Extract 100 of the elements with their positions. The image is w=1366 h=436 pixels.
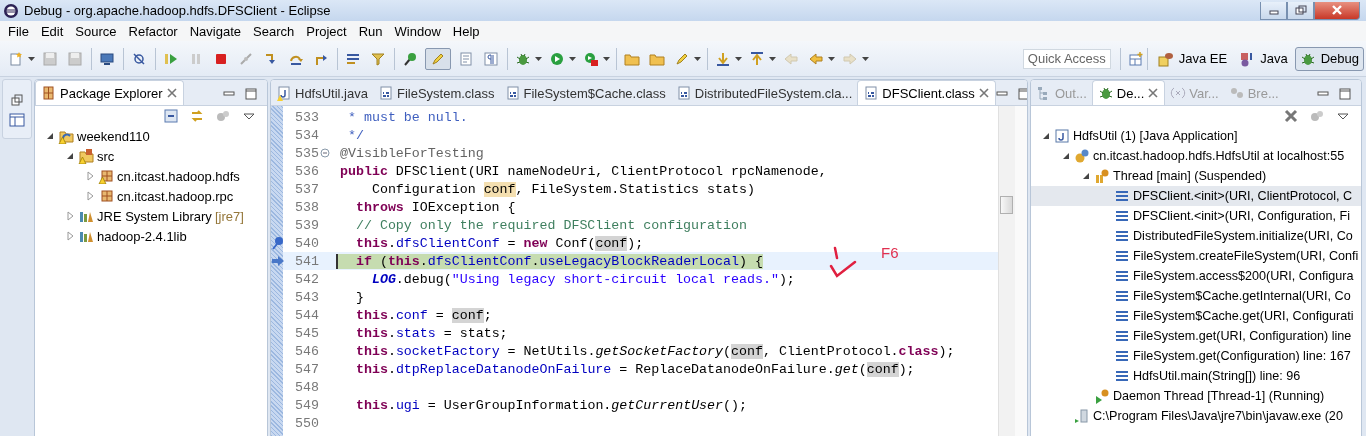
line-number: 540 <box>294 235 319 251</box>
class-file-icon <box>504 85 521 101</box>
expand-arrow-icon[interactable] <box>1061 151 1071 161</box>
restore-button[interactable] <box>1287 1 1314 20</box>
line-number: 544 <box>294 307 319 323</box>
stack-frame-icon <box>1114 248 1130 264</box>
link-editor-icon[interactable] <box>189 108 205 124</box>
tree-row[interactable]: DistributedFileSystem.initialize(URI, Co <box>1031 226 1361 246</box>
remove-terminated-icon[interactable] <box>1283 108 1299 124</box>
editor-tab[interactable]: FileSystem.class <box>372 81 500 105</box>
stack-frame-icon <box>1114 228 1130 244</box>
tree-item-label: FileSystem.createFileSystem(URI, Confi <box>1133 249 1359 263</box>
class-file-icon <box>675 85 692 101</box>
menu-item[interactable]: Window <box>388 23 447 39</box>
menu-item[interactable]: Refactor <box>122 23 184 39</box>
gears-icon <box>1074 148 1090 164</box>
scrollbar-thumb[interactable] <box>1000 196 1013 214</box>
collapse-all-icon[interactable] <box>163 108 179 124</box>
eclipse-logo-icon <box>3 2 19 19</box>
tree-row[interactable]: FileSystem.get(URI, Configuration) line <box>1031 326 1361 346</box>
maximize-icon[interactable] <box>1017 88 1027 100</box>
menu-item[interactable]: Help <box>446 23 486 39</box>
tree-row[interactable]: DFSClient.<init>(URI, ClientProtocol, C <box>1031 186 1361 206</box>
expand-arrow-icon[interactable] <box>65 151 75 161</box>
line-number: 550 <box>294 415 319 431</box>
tree-item[interactable]: JRE System Library <box>97 208 212 224</box>
tree-row[interactable]: FileSystem$Cache.get(URI, Configurati <box>1031 306 1361 326</box>
quick-access-field[interactable]: Quick Access <box>1022 48 1111 69</box>
code-line: } <box>354 289 364 305</box>
editor-tab[interactable]: HdfsUtil.java <box>271 81 373 105</box>
menu-item[interactable]: Search <box>247 23 301 39</box>
tree-row[interactable]: FileSystem.get(Configuration) line: 167 <box>1031 346 1361 366</box>
code-line: @VisibleForTesting <box>339 145 484 161</box>
tree-item-label: FileSystem$Cache.get(URI, Configurati <box>1133 309 1354 323</box>
code-line: this.stats = stats; <box>354 325 508 341</box>
tree-item[interactable]: weekend110 <box>77 128 150 144</box>
restore-icon <box>1294 5 1307 15</box>
tree-item-label: Daemon Thread [Thread-1] (Running) <box>1113 389 1325 403</box>
code-line: this.ugi = UserGroupInformation.getCurrentUser(); <box>354 397 747 413</box>
editor-tab[interactable]: DistributedFileSystem.cla... <box>670 81 858 105</box>
code-line: Configuration conf, FileSystem.Statistics stats) <box>370 181 755 197</box>
fold-icon[interactable] <box>320 148 330 158</box>
editor-tab[interactable]: DFSClient.class <box>857 80 996 105</box>
perspective-button[interactable]: Java <box>1234 46 1293 71</box>
expand-arrow-icon[interactable] <box>1041 131 1051 141</box>
tree-item-label: FileSystem.access$200(URI, Configura <box>1133 269 1354 283</box>
library-version: [jre7] <box>214 208 244 224</box>
close-icon <box>1331 5 1343 15</box>
class-file-icon <box>377 85 394 101</box>
expand-arrow-icon[interactable] <box>1081 171 1091 181</box>
tree-row[interactable]: C:\Program Files\Java\jre7\bin\javaw.exe (20 <box>1031 406 1361 426</box>
view-tab[interactable]: De... <box>1091 80 1166 105</box>
menu-item[interactable]: Navigate <box>183 23 247 39</box>
code-line: this.dfsClientConf = new Conf(conf); <box>354 235 644 251</box>
tree-row[interactable]: FileSystem$Cache.getInternal(URI, Co <box>1031 286 1361 306</box>
close-icon[interactable] <box>1147 87 1160 99</box>
menu-item[interactable]: File <box>2 23 35 39</box>
code-line: this.conf = conf; <box>354 307 492 323</box>
line-number: 545 <box>294 325 319 341</box>
code-line: // Copy only the required DFSClient configuration <box>354 217 747 233</box>
tree-row[interactable]: cn.itcast.hadoop.hdfs.HdfsUtil at localhost:55 <box>1031 146 1361 166</box>
tree-item-label: HdfsUtil (1) [Java Application] <box>1073 129 1238 143</box>
tree-item[interactable]: cn.itcast.hadoop.hdfs <box>117 168 240 184</box>
breakpoints-icon <box>1228 85 1245 101</box>
bug-icon <box>1097 85 1114 101</box>
tree-row[interactable]: DFSClient.<init>(URI, Configuration, Fi <box>1031 206 1361 226</box>
close-icon[interactable] <box>165 87 178 99</box>
maximize-icon[interactable] <box>245 88 257 100</box>
tree-item[interactable]: hadoop-2.4.1lib <box>97 228 187 244</box>
code-line: LOG.debug("Using legacy short-circuit local reads."); <box>370 271 795 287</box>
package-explorer-tab[interactable]: Package Explorer <box>35 80 184 105</box>
line-number: 535 <box>294 145 319 161</box>
menu-item[interactable]: Source <box>69 23 123 39</box>
panel-view-icon[interactable] <box>9 112 25 128</box>
tree-row[interactable]: FileSystem.createFileSystem(URI, Confi <box>1031 246 1361 266</box>
menu-item[interactable]: Edit <box>34 23 70 39</box>
tree-item[interactable]: cn.itcast.hadoop.rpc <box>117 188 234 204</box>
tree-row[interactable]: Daemon Thread [Thread-1] (Running) <box>1031 386 1361 406</box>
tree-row[interactable]: Thread [main] (Suspended) <box>1031 166 1361 186</box>
close-icon[interactable] <box>977 87 990 99</box>
tree-item-label: FileSystem.get(URI, Configuration) line <box>1133 329 1352 343</box>
perspective-button[interactable]: Debug <box>1294 46 1364 71</box>
perspective-button[interactable]: Java EE <box>1152 46 1233 71</box>
minimize-button[interactable] <box>1260 1 1287 20</box>
breakpoint-icon[interactable] <box>271 236 285 250</box>
menu-item[interactable]: Run <box>352 23 389 39</box>
tree-row[interactable]: HdfsUtil.main(String[]) line: 96 <box>1031 366 1361 386</box>
tree-item[interactable]: src <box>97 148 115 164</box>
editor-tab[interactable]: FileSystem$Cache.class <box>499 81 671 105</box>
maximize-icon[interactable] <box>1339 88 1351 100</box>
menu-item[interactable]: Project <box>300 23 353 39</box>
close-button[interactable] <box>1314 1 1360 20</box>
stack-frame-icon <box>1114 208 1130 224</box>
expand-arrow-icon[interactable] <box>45 131 55 141</box>
java-ee-icon <box>1157 50 1174 67</box>
line-number: 542 <box>294 271 319 287</box>
highlighter-icon[interactable] <box>425 47 451 70</box>
tree-row[interactable]: HdfsUtil (1) [Java Application] <box>1031 126 1361 146</box>
restore-icon[interactable] <box>11 94 23 106</box>
tree-row[interactable]: FileSystem.access$200(URI, Configura <box>1031 266 1361 286</box>
